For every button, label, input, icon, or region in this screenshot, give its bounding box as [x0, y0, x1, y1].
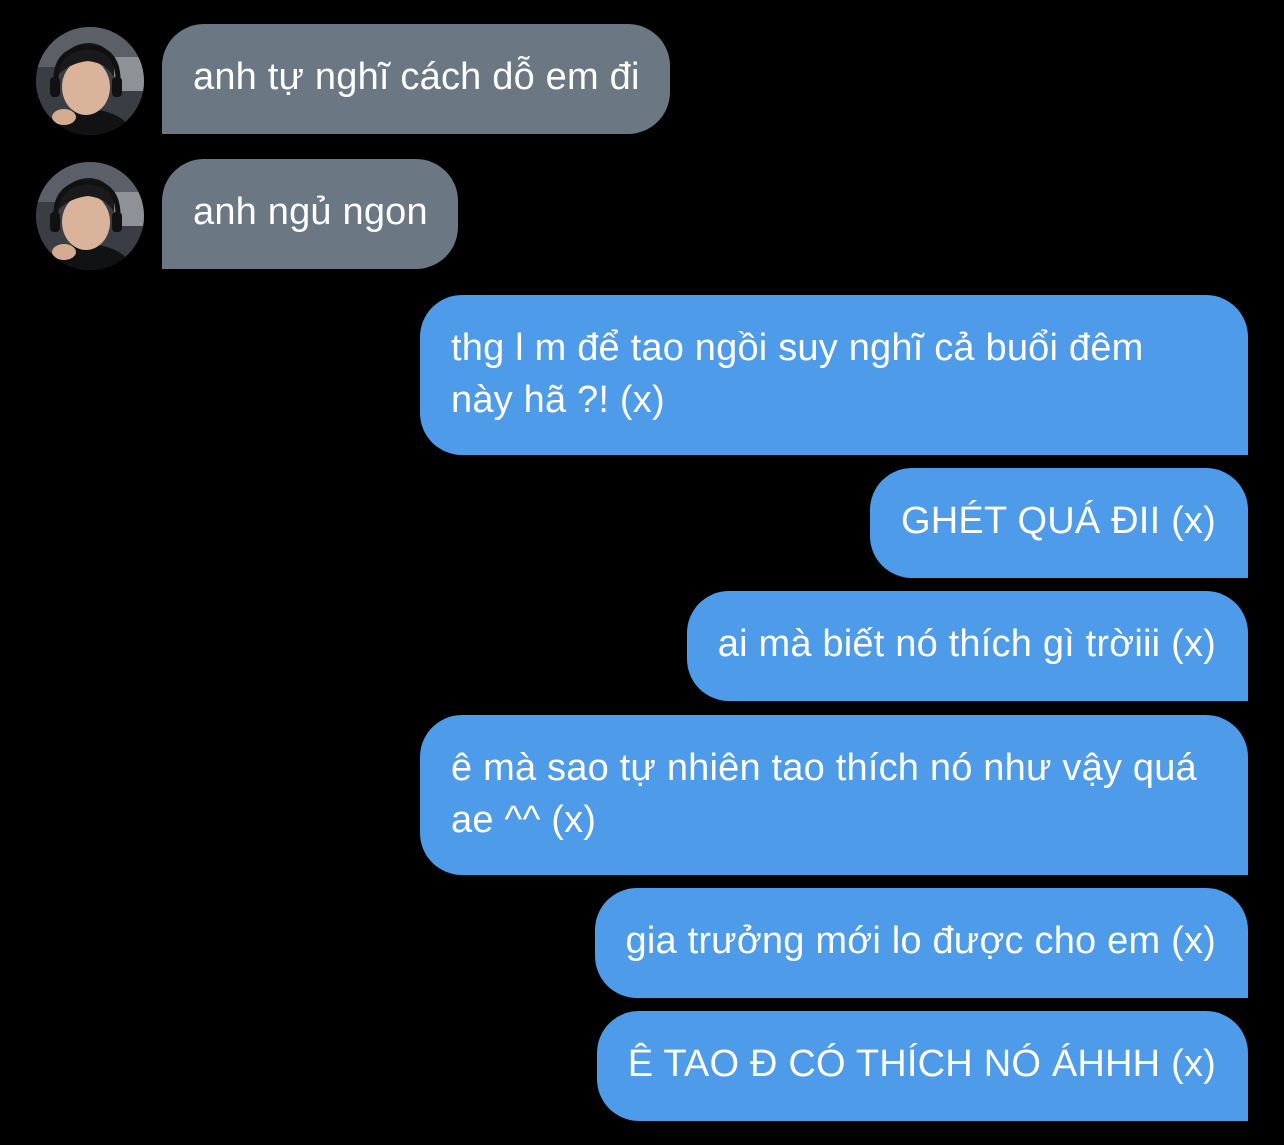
outgoing-message-bubble[interactable]: GHÉT QUÁ ĐII (x) [870, 468, 1248, 578]
outgoing-message-bubble[interactable]: Ê TAO Đ CÓ THÍCH NÓ ÁHHH (x) [596, 1011, 1248, 1121]
message-text: ê mà sao tự nhiên tao thích nó như vậy q… [451, 747, 1197, 841]
message-text: ai mà biết nó thích gì trờiii (x) [717, 623, 1216, 665]
contact-avatar[interactable] [36, 162, 144, 270]
outgoing-message-bubble[interactable]: ê mà sao tự nhiên tao thích nó như vậy q… [420, 715, 1248, 875]
message-text: anh tự nghĩ cách dỗ em đi [193, 56, 640, 98]
person-headset-avatar-icon [36, 27, 144, 135]
message-text: gia trưởng mới lo được cho em (x) [625, 920, 1216, 962]
outgoing-message-bubble[interactable]: ai mà biết nó thích gì trờiii (x) [686, 591, 1248, 701]
outgoing-message-bubble[interactable]: gia trưởng mới lo được cho em (x) [594, 888, 1248, 998]
person-headset-avatar-icon [36, 162, 144, 270]
message-text: Ê TAO Đ CÓ THÍCH NÓ ÁHHH (x) [627, 1043, 1216, 1085]
outgoing-message-bubble[interactable]: thg l m để tao ngồi suy nghĩ cả buổi đêm… [420, 295, 1248, 455]
message-text: GHÉT QUÁ ĐII (x) [901, 500, 1216, 542]
chat-thread: anh tự nghĩ cách dỗ em đi anh ngủ ngon t… [0, 0, 1284, 1145]
contact-avatar[interactable] [36, 27, 144, 135]
incoming-message-bubble[interactable]: anh tự nghĩ cách dỗ em đi [162, 24, 670, 134]
message-text: anh ngủ ngon [193, 191, 428, 233]
incoming-message-bubble[interactable]: anh ngủ ngon [162, 159, 458, 269]
message-text: thg l m để tao ngồi suy nghĩ cả buổi đêm… [451, 327, 1144, 421]
